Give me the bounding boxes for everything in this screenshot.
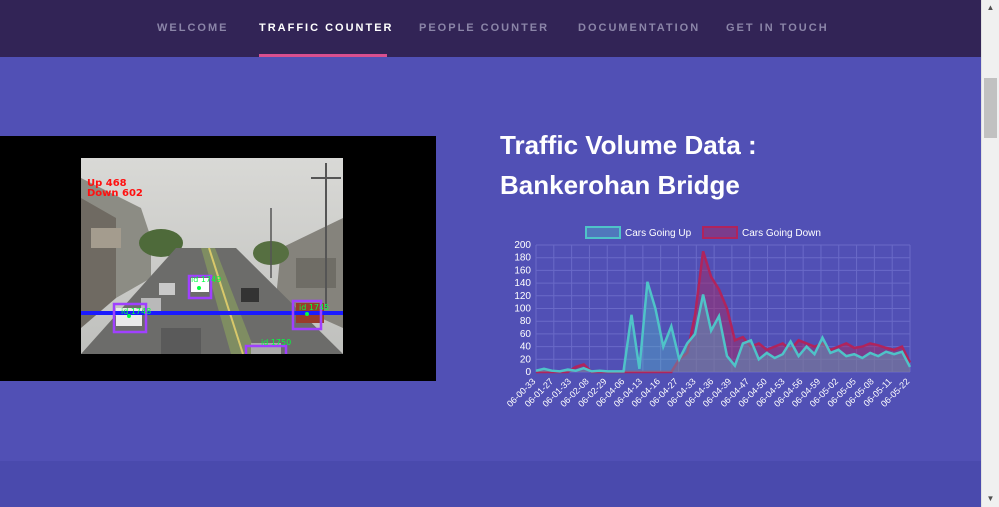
y-tick-label: 0	[525, 367, 531, 378]
vertical-scrollbar[interactable]: ▲ ▼	[981, 0, 999, 507]
traffic-camera-feed: Up 468 Down 602 id 1748 id 1745 id 1750 …	[81, 158, 343, 354]
scroll-up-arrow-icon[interactable]: ▲	[982, 0, 999, 16]
nav-item-documentation[interactable]: DOCUMENTATION	[578, 22, 700, 34]
y-tick-label: 140	[514, 278, 531, 289]
title-line-1: Traffic Volume Data :	[500, 130, 757, 160]
title-line-2: Bankerohan Bridge	[500, 170, 740, 200]
track-label: id 1749	[191, 275, 221, 284]
legend-label: Cars Going Down	[742, 228, 821, 239]
legend-swatch	[585, 226, 621, 239]
traffic-volume-chart: 0 20 40 60 80 100 120 140 160 180 200 06-00-33 06-01…	[500, 222, 920, 422]
nav-item-get-in-touch[interactable]: GET IN TOUCH	[726, 22, 829, 34]
track-label: id 1745	[299, 303, 329, 312]
y-tick-label: 100	[514, 304, 531, 315]
footer-band	[0, 461, 981, 507]
nav-item-welcome[interactable]: WELCOME	[157, 22, 228, 34]
legend-label: Cars Going Up	[625, 228, 692, 239]
legend-swatch	[702, 226, 738, 239]
y-tick-label: 20	[520, 354, 532, 365]
nav-item-traffic-counter[interactable]: TRAFFIC COUNTER	[259, 22, 394, 34]
traffic-volume-chart-svg: 02040608010012014016018020006-00-3306-01…	[505, 226, 911, 409]
count-down-label: Down 602	[87, 188, 143, 199]
y-tick-label: 80	[520, 316, 532, 327]
top-navbar: WELCOME TRAFFIC COUNTER PEOPLE COUNTER D…	[0, 0, 981, 57]
page-title: Traffic Volume Data : Bankerohan Bridge	[500, 125, 820, 205]
y-tick-label: 180	[514, 253, 531, 264]
scroll-thumb[interactable]	[984, 78, 997, 138]
scroll-down-arrow-icon[interactable]: ▼	[982, 491, 999, 507]
traffic-scene-illustration: Up 468 Down 602 id 1748 id 1745 id 1750 …	[81, 158, 343, 354]
y-tick-label: 40	[520, 342, 532, 353]
y-tick-label: 160	[514, 265, 531, 276]
track-label: id 1750	[261, 338, 291, 347]
track-label: id 1748	[121, 307, 151, 316]
y-tick-label: 200	[514, 240, 531, 251]
y-tick-label: 120	[514, 291, 531, 302]
y-tick-label: 60	[520, 329, 532, 340]
nav-item-people-counter[interactable]: PEOPLE COUNTER	[419, 22, 549, 34]
